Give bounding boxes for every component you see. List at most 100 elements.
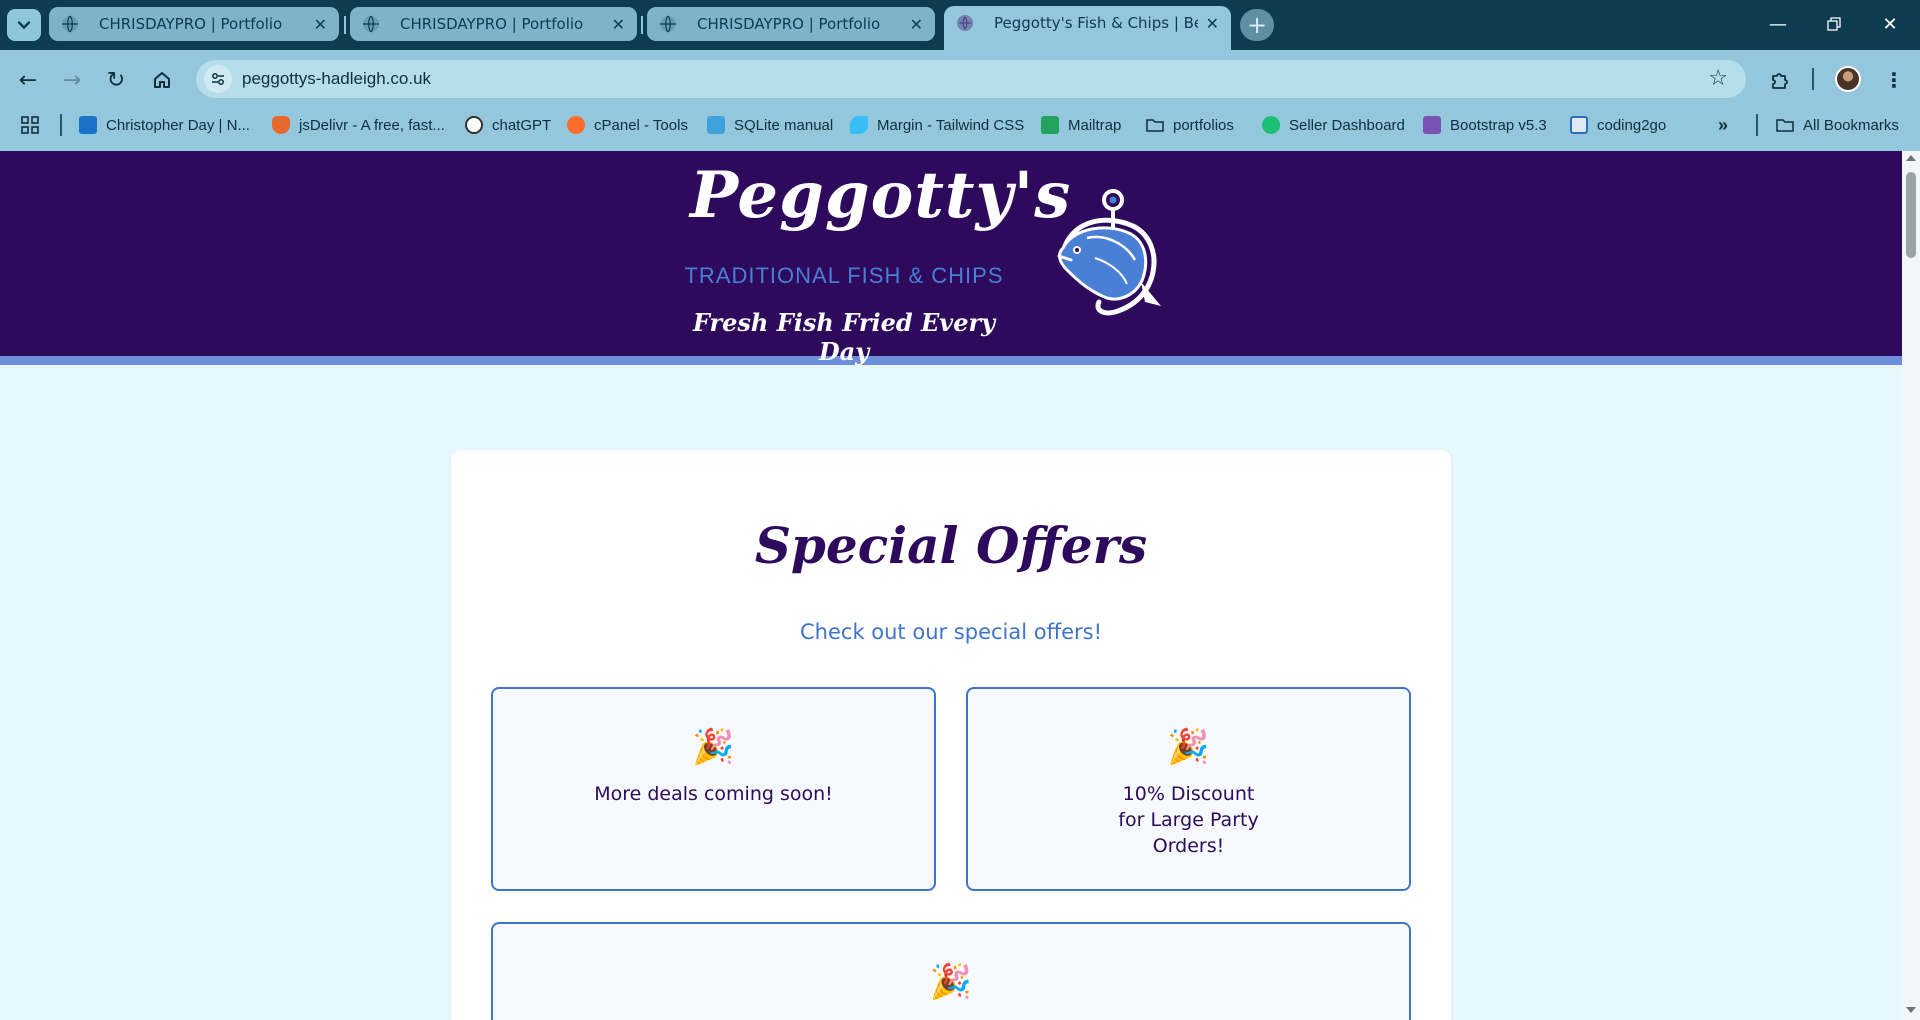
globe-icon bbox=[62, 15, 78, 33]
offer-text: More deals coming soon! bbox=[594, 783, 833, 805]
minimize-icon: — bbox=[1769, 13, 1787, 35]
site-favicon-icon bbox=[957, 15, 973, 31]
offer-box: 🎉 bbox=[491, 922, 1411, 1020]
globe-icon bbox=[660, 15, 676, 33]
page-scrollbar[interactable] bbox=[1902, 151, 1920, 1020]
all-bookmarks-button[interactable]: All Bookmarks bbox=[1776, 114, 1899, 136]
bookmark-folder[interactable]: portfolios bbox=[1146, 114, 1234, 136]
tab-separator bbox=[344, 16, 346, 34]
bookmark-label: SQLite manual bbox=[734, 116, 834, 134]
chevron-down-icon bbox=[17, 21, 31, 30]
close-icon[interactable]: ✕ bbox=[612, 15, 625, 34]
tab-search-button[interactable] bbox=[7, 9, 41, 41]
home-button[interactable] bbox=[144, 62, 180, 98]
bookmark-label: jsDelivr - A free, fast... bbox=[299, 116, 445, 134]
bookmark-label: coding2go bbox=[1597, 116, 1667, 134]
bookmark-item[interactable]: Seller Dashboard bbox=[1262, 114, 1405, 136]
scroll-up-icon[interactable] bbox=[1905, 153, 1917, 163]
tune-icon bbox=[212, 73, 224, 85]
arrow-right-icon: → bbox=[62, 67, 82, 93]
restore-button[interactable] bbox=[1806, 0, 1862, 48]
restore-icon bbox=[1827, 17, 1841, 31]
jsdelivr-icon bbox=[272, 116, 290, 134]
new-tab-button[interactable]: + bbox=[1240, 9, 1274, 41]
party-popper-icon: 🎉 bbox=[929, 962, 973, 1002]
site-info-button[interactable] bbox=[204, 65, 232, 93]
tailwind-icon bbox=[850, 116, 868, 134]
party-popper-icon: 🎉 bbox=[1167, 727, 1210, 767]
bookmark-item[interactable]: chatGPT bbox=[465, 114, 551, 136]
arrow-left-icon: ← bbox=[18, 67, 38, 93]
sqlite-icon bbox=[707, 116, 725, 134]
site-brand-name[interactable]: Peggotty's bbox=[690, 158, 1070, 233]
browser-tab[interactable]: CHRISDAYPRO | Portfolio ✕ bbox=[49, 7, 339, 41]
bookmark-item[interactable]: cPanel - Tools bbox=[567, 114, 688, 136]
close-window-button[interactable]: ✕ bbox=[1862, 0, 1918, 48]
bookmark-item[interactable]: SQLite manual bbox=[707, 114, 833, 136]
bookmark-label: Mailtrap bbox=[1068, 116, 1122, 134]
apps-button[interactable] bbox=[20, 114, 40, 136]
forward-button[interactable]: → bbox=[54, 62, 90, 98]
tab-separator bbox=[641, 16, 643, 34]
all-bookmarks-label: All Bookmarks bbox=[1803, 116, 1899, 134]
offer-box: 🎉 10% Discount for Large Party Orders! bbox=[966, 687, 1411, 891]
browser-tab[interactable]: CHRISDAYPRO | Portfolio ✕ bbox=[350, 7, 637, 41]
close-icon[interactable]: ✕ bbox=[1206, 14, 1219, 33]
special-offers-heading: Special Offers bbox=[754, 516, 1148, 575]
bookmark-label: cPanel - Tools bbox=[594, 116, 688, 134]
address-bar[interactable]: peggottys-hadleigh.co.uk ☆ bbox=[196, 60, 1746, 98]
puzzle-icon bbox=[1772, 73, 1788, 89]
close-icon[interactable]: ✕ bbox=[910, 15, 923, 34]
reload-icon: ↻ bbox=[106, 67, 126, 93]
close-icon: ✕ bbox=[1882, 13, 1898, 35]
profile-avatar[interactable] bbox=[1835, 66, 1861, 92]
monitor-icon bbox=[1570, 116, 1588, 134]
home-icon bbox=[154, 72, 170, 88]
browser-tab[interactable]: CHRISDAYPRO | Portfolio ✕ bbox=[647, 7, 935, 41]
plus-icon: + bbox=[1246, 11, 1268, 39]
scrollbar-thumb[interactable] bbox=[1906, 172, 1916, 258]
menu-button[interactable]: ⋮ bbox=[1876, 62, 1912, 98]
bookmark-label: Seller Dashboard bbox=[1289, 116, 1405, 134]
bookmark-item[interactable]: Mailtrap bbox=[1041, 114, 1121, 136]
bookmark-item[interactable]: coding2go bbox=[1570, 114, 1666, 136]
scroll-down-icon[interactable] bbox=[1905, 1005, 1917, 1015]
bootstrap-icon bbox=[1423, 116, 1441, 134]
party-popper-icon: 🎉 bbox=[692, 727, 735, 767]
toolbar-separator bbox=[1812, 68, 1814, 90]
outlook-icon bbox=[79, 116, 97, 134]
minimize-button[interactable]: — bbox=[1750, 0, 1806, 48]
bookmark-label: Bootstrap v5.3 bbox=[1450, 116, 1547, 134]
folder-icon bbox=[1776, 119, 1794, 132]
bookmark-item[interactable]: jsDelivr - A free, fast... bbox=[272, 114, 445, 136]
tab-title: CHRISDAYPRO | Portfolio bbox=[400, 15, 584, 33]
more-bookmarks-button[interactable]: » bbox=[1718, 114, 1728, 136]
bookmark-star-icon[interactable]: ☆ bbox=[1708, 66, 1728, 91]
browser-tab-active[interactable]: Peggotty's Fish & Chips | Best T ✕ bbox=[944, 6, 1231, 50]
offer-box: 🎉 More deals coming soon! bbox=[491, 687, 936, 891]
tab-title: CHRISDAYPRO | Portfolio bbox=[697, 15, 881, 33]
tab-title: CHRISDAYPRO | Portfolio bbox=[99, 15, 283, 33]
apps-grid-icon bbox=[21, 116, 39, 134]
bookmark-label: chatGPT bbox=[492, 116, 552, 134]
folder-icon bbox=[1146, 119, 1164, 132]
back-button[interactable]: ← bbox=[10, 62, 46, 98]
site-tagline: Fresh Fish Fried Every Day bbox=[692, 308, 996, 366]
bookmark-label: Margin - Tailwind CSS bbox=[877, 116, 1025, 134]
bookmark-item[interactable]: Christopher Day | N... bbox=[79, 114, 250, 136]
url-text: peggottys-hadleigh.co.uk bbox=[242, 69, 432, 88]
more-vertical-icon: ⋮ bbox=[1884, 68, 1904, 92]
close-icon[interactable]: ✕ bbox=[314, 15, 327, 34]
site-subtitle: TRADITIONAL FISH & CHIPS bbox=[684, 263, 1004, 288]
bookmark-item[interactable]: Margin - Tailwind CSS bbox=[850, 114, 1024, 136]
special-offers-subheading: Check out our special offers! bbox=[800, 620, 1102, 644]
reload-button[interactable]: ↻ bbox=[98, 62, 134, 98]
fish-hook-logo-icon bbox=[1057, 189, 1161, 316]
mailtrap-icon bbox=[1041, 116, 1059, 134]
cpanel-icon bbox=[567, 116, 585, 134]
fiverr-icon bbox=[1262, 116, 1280, 134]
chevron-double-right-icon: » bbox=[1718, 114, 1729, 135]
bookmark-label: portfolios bbox=[1173, 116, 1234, 134]
bookmark-item[interactable]: Bootstrap v5.3 bbox=[1423, 114, 1547, 136]
extensions-button[interactable] bbox=[1762, 62, 1798, 98]
